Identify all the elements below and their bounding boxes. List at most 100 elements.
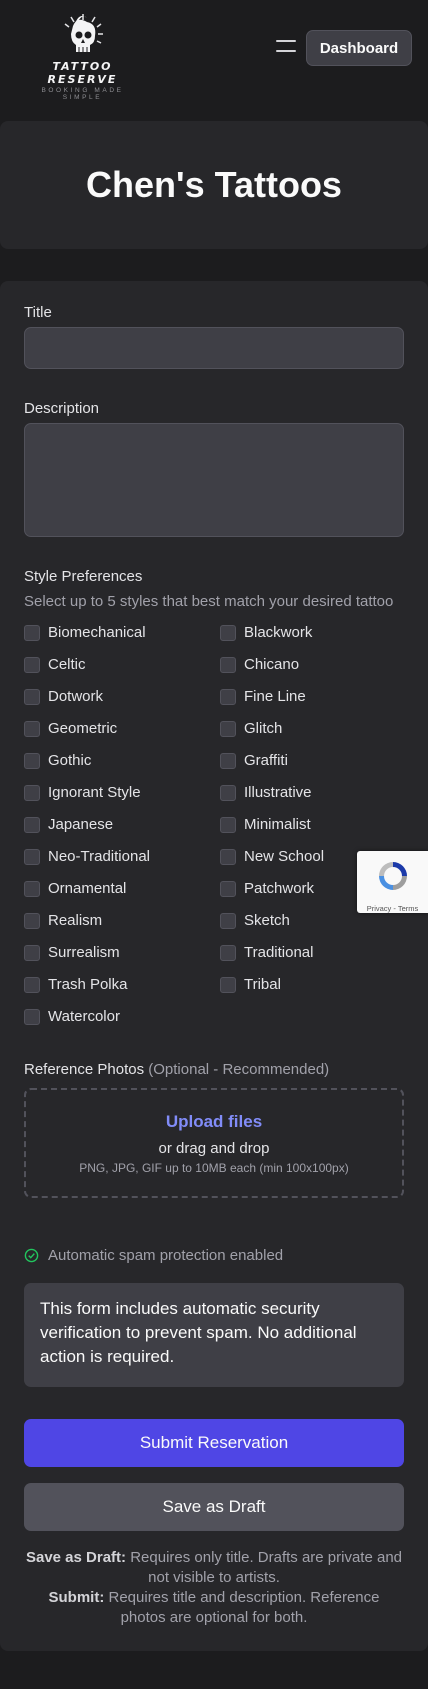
style-checkbox[interactable]	[24, 1008, 40, 1025]
upload-dropzone[interactable]: Upload files or drag and drop PNG, JPG, …	[24, 1088, 404, 1198]
style-checkbox[interactable]	[220, 656, 236, 673]
style-checkbox[interactable]	[220, 816, 236, 833]
reference-photos-label: Reference Photos (Optional - Recommended…	[24, 1061, 329, 1078]
recaptcha-badge[interactable]: Privacy - Terms	[357, 851, 428, 913]
style-checkbox[interactable]	[24, 816, 40, 833]
style-checkbox[interactable]	[24, 656, 40, 673]
skull-logo-icon	[64, 14, 103, 52]
style-option[interactable]: Watercolor	[24, 1008, 120, 1025]
style-option-label: Chicano	[244, 656, 300, 673]
style-checkbox[interactable]	[24, 944, 40, 961]
style-option[interactable]: Japanese	[24, 816, 113, 833]
style-checkbox[interactable]	[220, 944, 236, 961]
submit-note-label: Submit:	[48, 1589, 105, 1606]
spam-protection-status: Automatic spam protection enabled	[24, 1247, 283, 1264]
logo[interactable]: TATTOO RESERVE BOOKING MADE SIMPLE	[20, 12, 145, 101]
style-option[interactable]: Ignorant Style	[24, 784, 141, 801]
style-option[interactable]: Biomechanical	[24, 624, 146, 641]
studio-header-card: Chen's Tattoos	[0, 121, 428, 249]
style-checkbox[interactable]	[24, 688, 40, 705]
recaptcha-privacy-link[interactable]: Privacy	[367, 904, 392, 913]
style-option[interactable]: Glitch	[220, 720, 282, 737]
style-option-label: Blackwork	[244, 624, 313, 641]
style-checkbox[interactable]	[220, 976, 236, 993]
logo-title: TATTOO RESERVE	[47, 60, 118, 86]
upload-drag-text: or drag and drop	[158, 1140, 270, 1157]
title-input[interactable]	[24, 327, 404, 369]
save-draft-button[interactable]: Save as Draft	[24, 1483, 404, 1531]
style-option-label: Realism	[48, 912, 103, 929]
style-checkbox[interactable]	[24, 624, 40, 641]
style-option[interactable]: Realism	[24, 912, 102, 929]
style-option-label: Geometric	[48, 720, 118, 737]
style-option[interactable]: New School	[220, 848, 324, 865]
style-option-label: Glitch	[244, 720, 283, 737]
style-option[interactable]: Traditional	[220, 944, 313, 961]
style-checkbox[interactable]	[220, 688, 236, 705]
style-option-label: Ignorant Style	[48, 784, 141, 801]
recaptcha-terms-link[interactable]: Terms	[398, 904, 418, 913]
style-option-label: Celtic	[48, 656, 86, 673]
style-option[interactable]: Tribal	[220, 976, 281, 993]
submit-reservation-button[interactable]: Submit Reservation	[24, 1419, 404, 1467]
style-option[interactable]: Blackwork	[220, 624, 312, 641]
style-option[interactable]: Minimalist	[220, 816, 311, 833]
recaptcha-links: Privacy - Terms	[357, 904, 428, 913]
top-bar: TATTOO RESERVE BOOKING MADE SIMPLE Dashb…	[0, 0, 428, 110]
style-option[interactable]: Illustrative	[220, 784, 312, 801]
style-option-label: Dotwork	[48, 688, 104, 705]
style-checkbox[interactable]	[24, 720, 40, 737]
reference-photos-title: Reference Photos	[24, 1061, 145, 1078]
style-option[interactable]: Fine Line	[220, 688, 306, 705]
style-option[interactable]: Geometric	[24, 720, 117, 737]
style-checkbox[interactable]	[24, 880, 40, 897]
upload-formats-text: PNG, JPG, GIF up to 10MB each (min 100x1…	[79, 1161, 349, 1175]
style-option-label: Sketch	[244, 912, 290, 929]
style-option[interactable]: Dotwork	[24, 688, 103, 705]
style-option[interactable]: Sketch	[220, 912, 290, 929]
style-option[interactable]: Patchwork	[220, 880, 314, 897]
form-notes: Save as Draft: Requires only title. Draf…	[24, 1548, 404, 1628]
upload-files-link[interactable]: Upload files	[26, 1112, 402, 1132]
style-checkbox[interactable]	[24, 848, 40, 865]
style-option[interactable]: Gothic	[24, 752, 91, 769]
style-checkbox[interactable]	[220, 880, 236, 897]
draft-note-label: Save as Draft:	[25, 1549, 127, 1566]
description-textarea[interactable]	[24, 423, 404, 537]
style-option-label: Traditional	[244, 944, 314, 961]
style-checkbox[interactable]	[24, 912, 40, 929]
style-option-label: Gothic	[48, 752, 92, 769]
title-label: Title	[24, 304, 52, 321]
draft-note-text: Requires only title. Drafts are private …	[130, 1549, 403, 1586]
style-option-label: Japanese	[48, 816, 114, 833]
style-option[interactable]: Chicano	[220, 656, 299, 673]
recaptcha-icon	[378, 862, 407, 890]
style-checkbox[interactable]	[24, 784, 40, 801]
style-checkbox[interactable]	[220, 848, 236, 865]
style-option[interactable]: Neo-Traditional	[24, 848, 150, 865]
style-checkbox[interactable]	[220, 624, 236, 641]
menu-icon[interactable]	[276, 40, 296, 54]
style-option-label: Graffiti	[244, 752, 288, 769]
reservation-form: Title Description Style Preferences Sele…	[0, 281, 428, 1651]
submit-note-text: Requires title and description. Referenc…	[108, 1589, 380, 1626]
style-checkbox[interactable]	[220, 912, 236, 929]
style-option[interactable]: Ornamental	[24, 880, 126, 897]
style-option[interactable]: Celtic	[24, 656, 86, 673]
styles-label: Style Preferences	[24, 568, 143, 585]
description-label: Description	[24, 400, 100, 417]
style-option[interactable]: Trash Polka	[24, 976, 127, 993]
style-option[interactable]: Surrealism	[24, 944, 120, 961]
style-checkbox[interactable]	[24, 976, 40, 993]
style-checkbox[interactable]	[24, 752, 40, 769]
submit-note: Submit: Requires title and description. …	[24, 1588, 404, 1628]
style-checkbox[interactable]	[220, 752, 236, 769]
style-checkbox[interactable]	[220, 784, 236, 801]
style-option-label: Biomechanical	[48, 624, 146, 641]
style-option[interactable]: Graffiti	[220, 752, 288, 769]
page-title: Chen's Tattoos	[86, 164, 342, 205]
dashboard-button[interactable]: Dashboard	[306, 30, 412, 66]
style-option-label: Illustrative	[244, 784, 312, 801]
style-option-label: Watercolor	[48, 1008, 120, 1025]
style-checkbox[interactable]	[220, 720, 236, 737]
